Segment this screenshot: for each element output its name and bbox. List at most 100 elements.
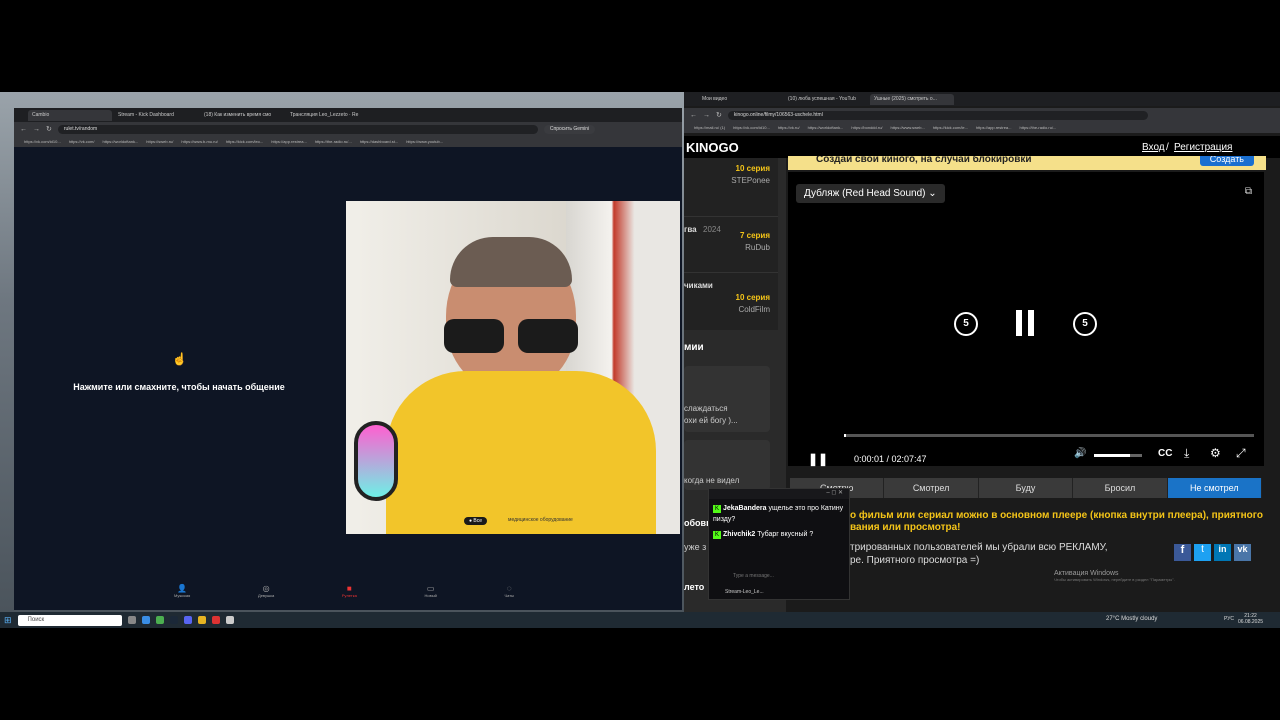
back-icon[interactable]: ← (20, 126, 27, 133)
nav-item[interactable]: ◌ Чаты (504, 584, 514, 606)
bookmark[interactable]: https://the-radio.ru/... (1019, 125, 1056, 130)
info-line: ре. Приятного просмотра =) (850, 555, 980, 566)
url-field[interactable]: rulet.tv/random (57, 124, 538, 134)
bookmark[interactable]: https://www.b-mu.ru/ (181, 139, 217, 144)
back-icon[interactable]: ← (690, 112, 697, 119)
pip-icon[interactable]: ⧉ (1245, 186, 1252, 197)
linkedin-icon[interactable]: in (1214, 544, 1231, 561)
chat-popup: – ◻ ✕ K JekaBandera ущелье это про Катин… (708, 488, 850, 600)
sidebar-item[interactable]: гва 2024 7 серия RuDub (684, 216, 778, 272)
tab[interactable]: Stream - Kick Dashboard (114, 110, 198, 121)
nav-item[interactable]: 👤 Мужская (174, 584, 190, 606)
edge-icon[interactable] (141, 616, 150, 624)
windows-start-icon[interactable]: ⊞ (4, 615, 12, 626)
bookmark[interactable]: https://mail.ru/ (1) (694, 125, 725, 130)
comment-card[interactable]: слаждаться охи ей богу )... (684, 366, 770, 432)
tab[interactable]: Трансляция Leo_Lezzeto · Rе (286, 110, 370, 121)
tab[interactable]: Мои видео (698, 94, 782, 105)
video-tag[interactable]: ● Все (464, 517, 488, 525)
taskbar-search[interactable]: Поиск (17, 614, 122, 626)
bookmark[interactable]: https://kick.com/le... (933, 125, 968, 130)
comment-card[interactable]: когда не видел (684, 440, 770, 490)
left-browser-window: Cambio Stream - Kick Dashboard (18) Как … (14, 108, 682, 610)
slash: / (1166, 142, 1169, 153)
bookmark[interactable]: https://worldoftank... (808, 125, 844, 130)
chevron-down-icon: ⌄ (928, 188, 937, 199)
info-line: о фильм или сериал можно в основном плее… (850, 510, 1263, 521)
language[interactable]: РУС (1224, 616, 1234, 622)
forward-5-button[interactable]: 5 (1073, 312, 1097, 336)
folder-icon[interactable] (197, 616, 206, 624)
bookmark[interactable]: https://the-radio.ru/... (315, 139, 352, 144)
sidebar-word[interactable]: лето (684, 582, 704, 592)
chat-message: K Zhivchik2 Тубарг вкусный ? (713, 531, 814, 539)
bookmark[interactable]: https://www.sweb... (891, 125, 925, 130)
url-field[interactable]: kinogo.online/filmy/106563-uschele.html (727, 110, 1148, 120)
bookmark[interactable]: https://vk.com/id10... (24, 139, 61, 144)
volume-slider[interactable] (1094, 454, 1142, 457)
small-pause-icon[interactable]: ❚❚ (808, 452, 828, 466)
app-icon[interactable] (211, 616, 220, 624)
progress-bar[interactable] (844, 434, 1254, 437)
gear-icon[interactable]: ⚙ (1210, 446, 1221, 460)
sidebar-item[interactable]: 10 серия STEPonee (684, 158, 778, 216)
start-chat-prompt[interactable]: Нажмите или смахните, чтобы начать общен… (54, 382, 304, 392)
steam-icon[interactable] (169, 616, 178, 624)
status-will-watch[interactable]: Буду (978, 478, 1074, 498)
weather[interactable]: 27°C Mostly cloudy (1106, 616, 1157, 622)
gemini-button[interactable]: Спросить Gemini (543, 124, 596, 134)
player-controls: 🔊 CC ⤓ ⚙ ⤢ (1064, 446, 1264, 464)
tab[interactable]: Cambio (28, 109, 112, 121)
create-button[interactable]: Создать (1199, 156, 1254, 166)
bookmark[interactable]: https://vk.com/ (69, 139, 95, 144)
vk-icon[interactable]: vk (1234, 544, 1251, 561)
twitter-icon[interactable]: t (1194, 544, 1211, 561)
forward-icon[interactable]: → (703, 112, 710, 119)
reload-icon[interactable]: ↻ (716, 111, 722, 119)
clock[interactable]: 21:22 06.08.2025 (1238, 613, 1263, 625)
cc-button[interactable]: CC (1158, 448, 1172, 459)
discord-icon[interactable] (183, 616, 192, 624)
forward-icon[interactable]: → (33, 126, 40, 133)
facebook-icon[interactable]: f (1174, 544, 1191, 561)
tab[interactable]: (10) люба успешная - YouTub (784, 94, 868, 105)
tab[interactable]: Ушные (2025) смотреть о... (870, 93, 954, 105)
bookmark[interactable]: https://sweb.ru/ (146, 139, 173, 144)
nav-item[interactable]: ■ Рулетка (342, 584, 357, 606)
download-icon[interactable]: ⤓ (1184, 446, 1189, 461)
bookmark[interactable]: https://app.restrea... (271, 139, 307, 144)
status-not-watched[interactable]: Не смотрел (1167, 478, 1263, 498)
nav-item[interactable]: ◎ Девушка (258, 584, 274, 606)
chat-input[interactable]: Type a message... (733, 573, 841, 582)
glasses (444, 319, 578, 353)
nav-item[interactable]: ▭ Новый (424, 584, 436, 606)
login-link[interactable]: Вход (1142, 142, 1165, 153)
bookmark[interactable]: https://worldoftank... (102, 139, 138, 144)
bookmark[interactable]: https://bonddd.ru/ (851, 125, 882, 130)
bookmark[interactable]: https://dashboard.st... (360, 139, 398, 144)
reload-icon[interactable]: ↻ (46, 125, 52, 133)
bookmark[interactable]: https://app.restrea... (976, 125, 1012, 130)
tab[interactable]: (18) Как изменить время смо (200, 110, 284, 121)
app-icon[interactable] (225, 616, 234, 624)
rewind-5-button[interactable]: 5 (954, 312, 978, 336)
site-logo[interactable]: KINOGO (686, 140, 739, 155)
bookmark[interactable]: https://kick.com/leo... (226, 139, 263, 144)
status-dropped[interactable]: Бросил (1073, 478, 1168, 498)
pause-button[interactable] (1016, 310, 1036, 336)
chrome-icon[interactable] (155, 616, 164, 624)
task-view-icon[interactable] (127, 616, 136, 624)
sidebar-word[interactable]: уже з (684, 542, 706, 552)
kick-icon: K (713, 531, 721, 539)
bookmark[interactable]: https://vk.com/id10... (733, 125, 770, 130)
sidebar-item[interactable]: чиками 10 серия ColdFilm (684, 272, 778, 330)
dub-select[interactable]: Дубляж (Red Head Sound) ⌄ (796, 184, 945, 203)
person-hair (450, 237, 572, 287)
fullscreen-icon[interactable]: ⤢ (1236, 446, 1246, 461)
bookmark[interactable]: https://www.youtub... (406, 139, 443, 144)
status-watched[interactable]: Смотрел (884, 478, 979, 498)
video-player[interactable]: Дубляж (Red Head Sound) ⌄ ⧉ 5 5 ❚❚ 0:00:… (788, 172, 1264, 466)
volume-icon[interactable]: 🔊 (1074, 448, 1086, 459)
bookmark[interactable]: https://vk.ru/ (778, 125, 800, 130)
register-link[interactable]: Регистрация (1174, 142, 1232, 153)
